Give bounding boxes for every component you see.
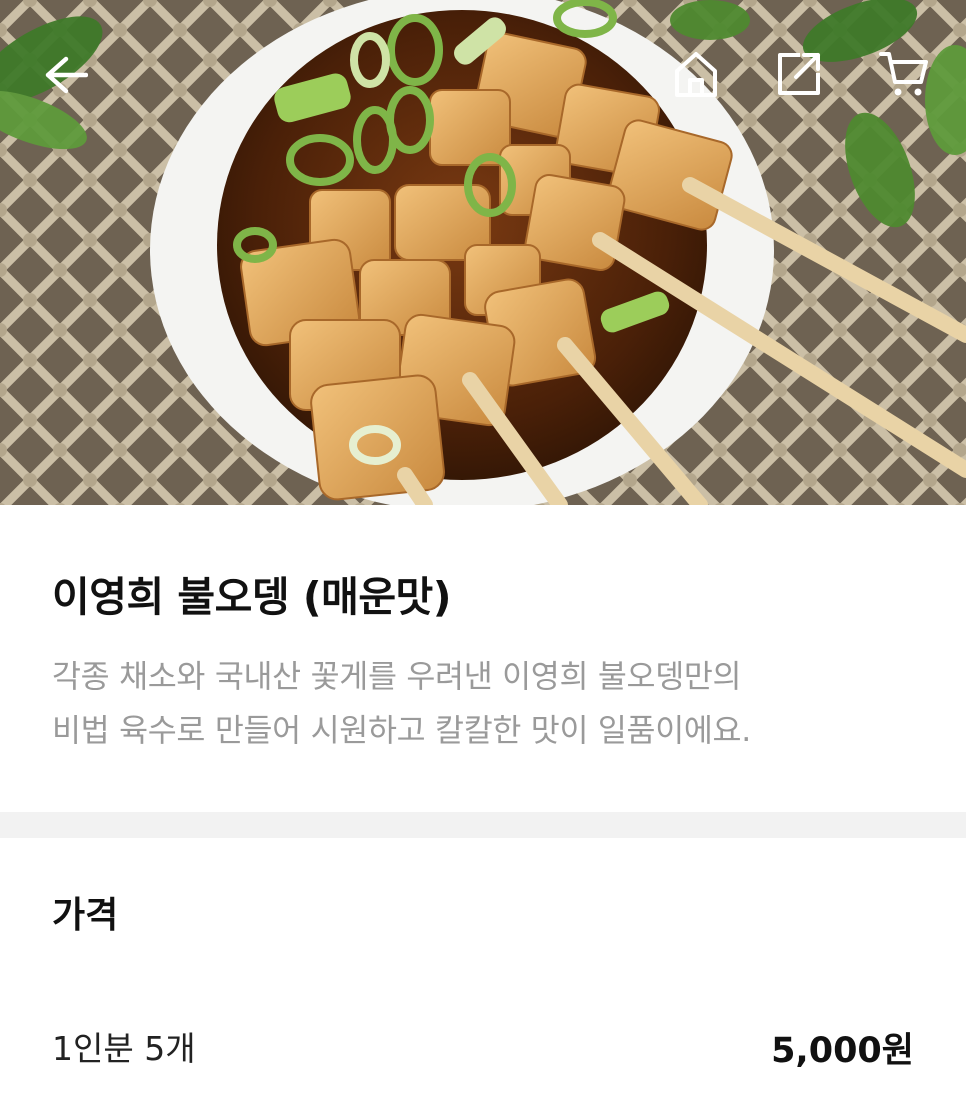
home-button[interactable] xyxy=(668,46,724,102)
price-section: 가격 1인분 5개 5,000원 xyxy=(0,838,966,1119)
home-icon xyxy=(675,52,717,97)
product-description: 각종 채소와 국내산 꽃게를 우려낸 이영희 불오뎅만의 비법 육수로 만들어 … xyxy=(52,650,932,758)
share-button[interactable] xyxy=(771,46,827,102)
top-navigation xyxy=(0,0,966,150)
product-image xyxy=(0,0,966,505)
description-line: 각종 채소와 국내산 꽃게를 우려낸 이영희 불오뎅만의 xyxy=(52,659,742,695)
arrow-left-icon xyxy=(45,56,88,94)
description-line: 비법 육수로 만들어 시원하고 칼칼한 맛이 일품이에요. xyxy=(52,713,751,749)
back-button[interactable] xyxy=(38,50,94,100)
cart-button[interactable] xyxy=(874,46,934,102)
price-option-row: 1인분 5개 5,000원 xyxy=(52,1022,914,1072)
price-option-label: 1인분 5개 xyxy=(52,1029,196,1068)
product-info: 이영희 불오뎅 (매운맛) 각종 채소와 국내산 꽃게를 우려낸 이영희 불오뎅… xyxy=(0,505,966,810)
price-option-value: 5,000원 xyxy=(771,1031,914,1071)
cart-icon xyxy=(879,52,928,96)
price-heading: 가격 xyxy=(52,895,119,936)
share-icon xyxy=(778,53,820,95)
section-divider xyxy=(0,812,966,838)
product-title: 이영희 불오뎅 (매운맛) xyxy=(52,573,452,621)
